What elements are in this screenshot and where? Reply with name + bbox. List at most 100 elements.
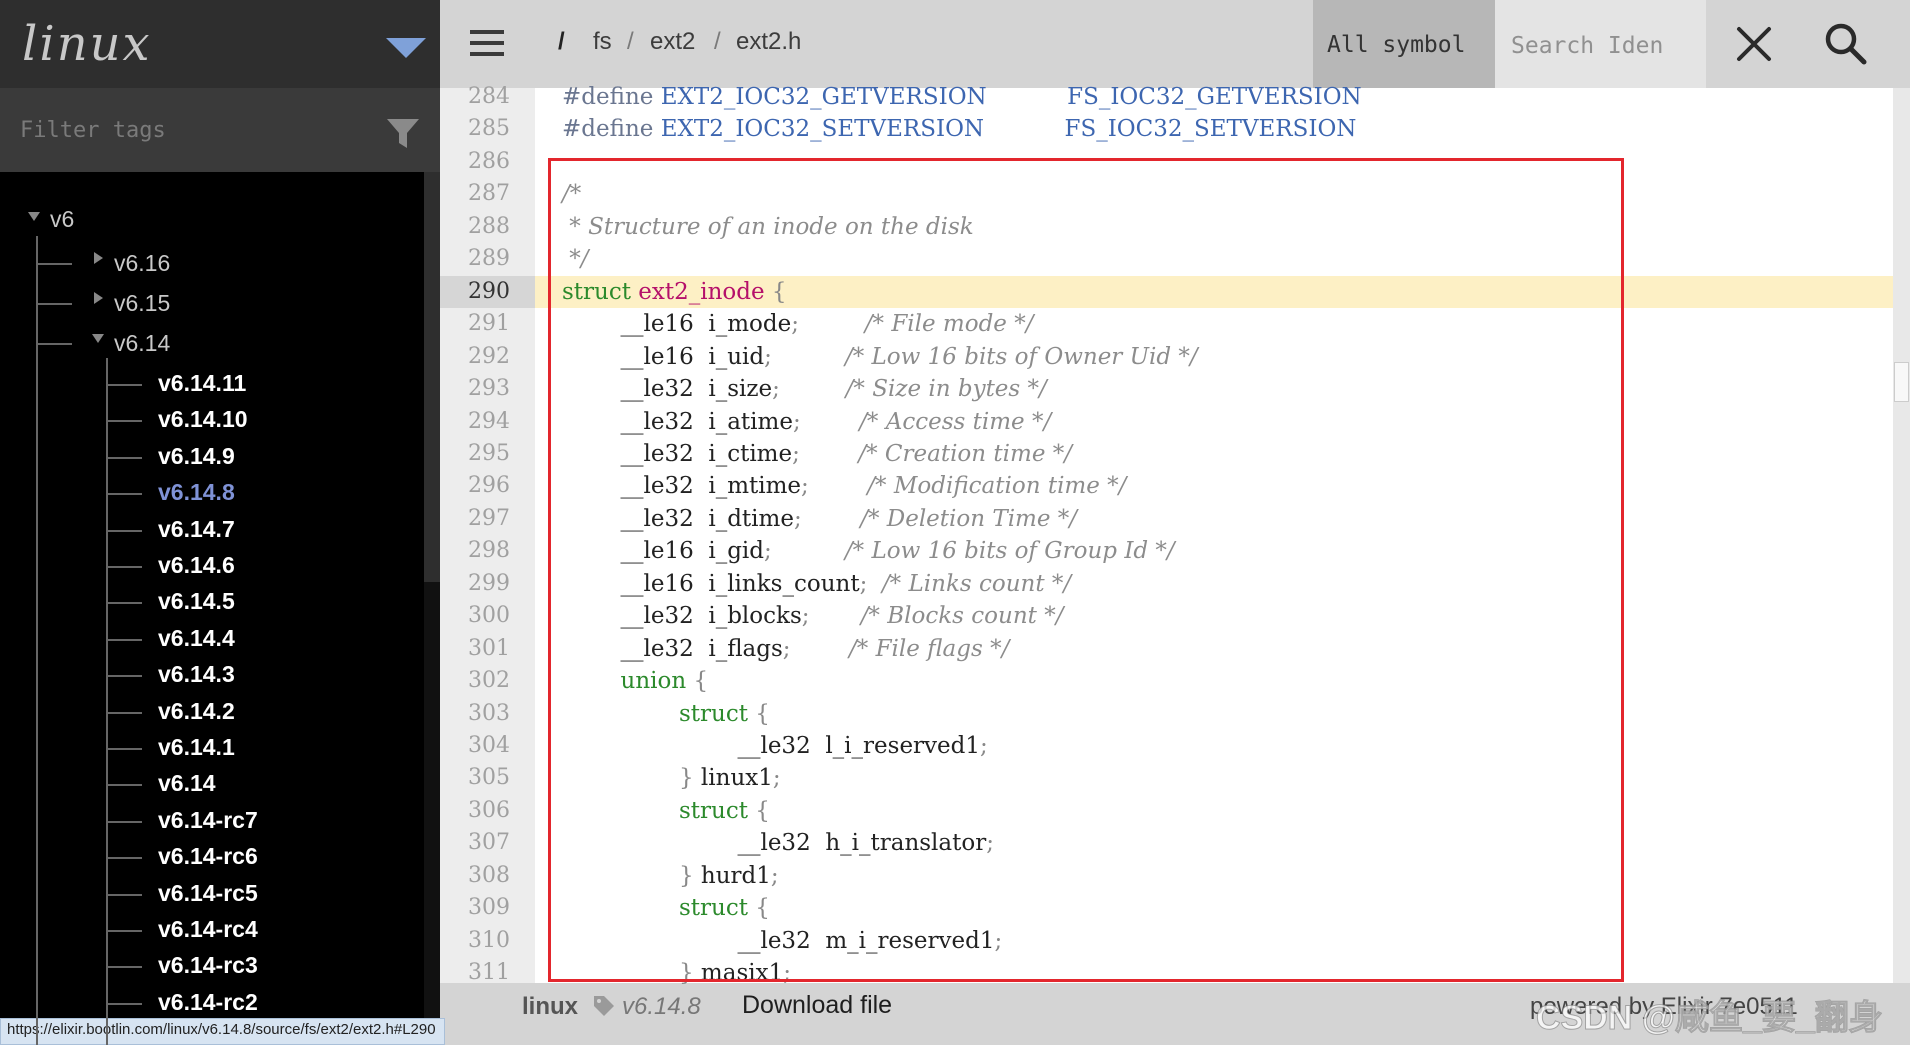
line-number[interactable]: 285 [440, 113, 535, 145]
tree-connector [36, 303, 72, 305]
line-number[interactable]: 306 [440, 795, 535, 827]
line-number[interactable]: 293 [440, 373, 535, 405]
line-number[interactable]: 299 [440, 568, 535, 600]
tree-leaf-v6.14.3[interactable]: v6.14.3 [158, 661, 235, 688]
line-number[interactable]: 309 [440, 892, 535, 924]
breadcrumb-root[interactable]: / [558, 28, 565, 56]
line-number[interactable]: 302 [440, 665, 535, 697]
sidebar-scrollbar-thumb[interactable] [424, 172, 440, 582]
tree-connector [106, 930, 142, 932]
tree-leaf-v6.14-rc5[interactable]: v6.14-rc5 [158, 880, 258, 907]
line-number[interactable]: 298 [440, 535, 535, 567]
tree-leaf-v6.14-rc2[interactable]: v6.14-rc2 [158, 989, 258, 1016]
tree-leaf-v6.14.5[interactable]: v6.14.5 [158, 588, 235, 615]
tree-connector [36, 263, 72, 265]
code-token[interactable]: ext2_inode [638, 279, 764, 305]
tree-connector [106, 638, 142, 641]
code-line: struct { [562, 698, 770, 730]
breadcrumb-separator: / [714, 28, 721, 55]
line-number[interactable]: 300 [440, 600, 535, 632]
tree-leaf-v6.14.10[interactable]: v6.14.10 [158, 406, 248, 433]
filter-funnel-icon[interactable] [386, 116, 420, 150]
tree-leaf-v6.14.6[interactable]: v6.14.6 [158, 552, 235, 579]
code-line: } masix1; [562, 957, 791, 989]
caret-collapsed-icon[interactable] [94, 292, 103, 304]
filter-tags-input[interactable] [20, 112, 360, 148]
tree-leaf-v6.14.11[interactable]: v6.14.11 [158, 370, 246, 397]
line-number[interactable]: 284 [440, 81, 535, 113]
tree-root-v6[interactable]: v6 [50, 206, 74, 233]
symbol-type-select[interactable]: All symbol [1313, 0, 1495, 88]
search-icon[interactable] [1822, 20, 1870, 68]
tree-leaf-v6.14-rc7[interactable]: v6.14-rc7 [158, 807, 258, 834]
line-number[interactable]: 303 [440, 698, 535, 730]
line-number[interactable]: 290 [440, 275, 535, 308]
code-token: ; [772, 376, 780, 403]
line-number[interactable]: 295 [440, 438, 535, 470]
code-comment: */ [562, 246, 589, 273]
code-comment: /* File flags */ [849, 635, 1010, 662]
tree-leaf-v6.14.8[interactable]: v6.14.8 [158, 479, 235, 506]
close-icon[interactable] [1732, 22, 1776, 66]
tree-leaf-v6.14-rc3[interactable]: v6.14-rc3 [158, 952, 258, 979]
tree-leaf-v6.14.2[interactable]: v6.14.2 [158, 698, 235, 725]
tree-leaf-v6.14.4[interactable]: v6.14.4 [158, 625, 235, 652]
code-token: { [747, 797, 770, 824]
line-number[interactable]: 307 [440, 827, 535, 859]
caret-expanded-icon[interactable] [92, 334, 104, 343]
tree-connector [106, 358, 108, 1045]
tree-leaf-v6.14.7[interactable]: v6.14.7 [158, 516, 235, 543]
code-token: ; [792, 408, 801, 435]
line-number[interactable]: 296 [440, 470, 535, 502]
line-number[interactable]: 294 [440, 406, 535, 438]
tree-leaf-v6.14-rc6[interactable]: v6.14-rc6 [158, 843, 258, 870]
caret-collapsed-icon[interactable] [94, 252, 103, 264]
hamburger-menu-icon[interactable] [470, 30, 504, 56]
tree-leaf-v6.14[interactable]: v6.14 [158, 770, 216, 797]
line-number[interactable]: 308 [440, 860, 535, 892]
line-number[interactable]: 310 [440, 925, 535, 957]
code-scrollbar-track[interactable] [1893, 88, 1910, 983]
code-line: __le32 i_atime; /* Access time */ [562, 406, 1051, 438]
tree-connector [106, 1002, 142, 1005]
code-line: #define EXT2_IOC32_SETVERSION FS_IOC32_S… [562, 113, 1356, 145]
project-logo[interactable]: linux [22, 16, 152, 72]
line-number[interactable]: 305 [440, 762, 535, 794]
code-token[interactable]: EXT2_IOC32_GETVERSION [661, 84, 987, 110]
line-number[interactable]: 288 [440, 211, 535, 243]
tree-leaf-v6.14.9[interactable]: v6.14.9 [158, 443, 235, 470]
tree-branch-v6.14[interactable]: v6.14 [114, 330, 170, 357]
line-number[interactable]: 292 [440, 341, 535, 373]
line-number[interactable]: 287 [440, 178, 535, 210]
breadcrumb-ext2[interactable]: ext2 [650, 28, 695, 56]
code-token[interactable]: FS_IOC32_SETVERSION [1064, 116, 1356, 142]
line-number[interactable]: 301 [440, 633, 535, 665]
chevron-down-icon[interactable] [386, 38, 426, 58]
line-number[interactable]: 291 [440, 308, 535, 340]
tree-leaf-v6.14-rc4[interactable]: v6.14-rc4 [158, 916, 258, 943]
search-box [1495, 0, 1706, 88]
tree-connector [106, 893, 142, 896]
line-number[interactable]: 304 [440, 730, 535, 762]
tree-branch-v6.16[interactable]: v6.16 [114, 250, 170, 277]
code-token: #define [562, 116, 661, 143]
tree-leaf-v6.14.1[interactable]: v6.14.1 [158, 734, 235, 761]
line-number[interactable]: 286 [440, 146, 535, 178]
code-token: { [747, 895, 770, 922]
line-number[interactable]: 289 [440, 243, 535, 275]
line-number[interactable]: 297 [440, 503, 535, 535]
code-token[interactable]: FS_IOC32_GETVERSION [1067, 84, 1362, 110]
line-number[interactable]: 311 [440, 957, 535, 989]
code-token[interactable]: EXT2_IOC32_SETVERSION [661, 116, 984, 142]
download-file-link[interactable]: Download file [742, 991, 892, 1020]
tree-branch-v6.15[interactable]: v6.15 [114, 290, 170, 317]
search-identifier-input[interactable] [1511, 30, 1701, 62]
code-token: } [562, 765, 701, 792]
code-line: __le16 i_gid; /* Low 16 bits of Group Id… [562, 535, 1174, 567]
code-token: __le32 i_ctime [562, 440, 793, 467]
breadcrumb-fs[interactable]: fs [593, 28, 612, 56]
code-scrollbar-thumb[interactable] [1894, 362, 1909, 402]
breadcrumb-file[interactable]: ext2.h [736, 28, 801, 56]
caret-expanded-icon[interactable] [28, 212, 40, 221]
